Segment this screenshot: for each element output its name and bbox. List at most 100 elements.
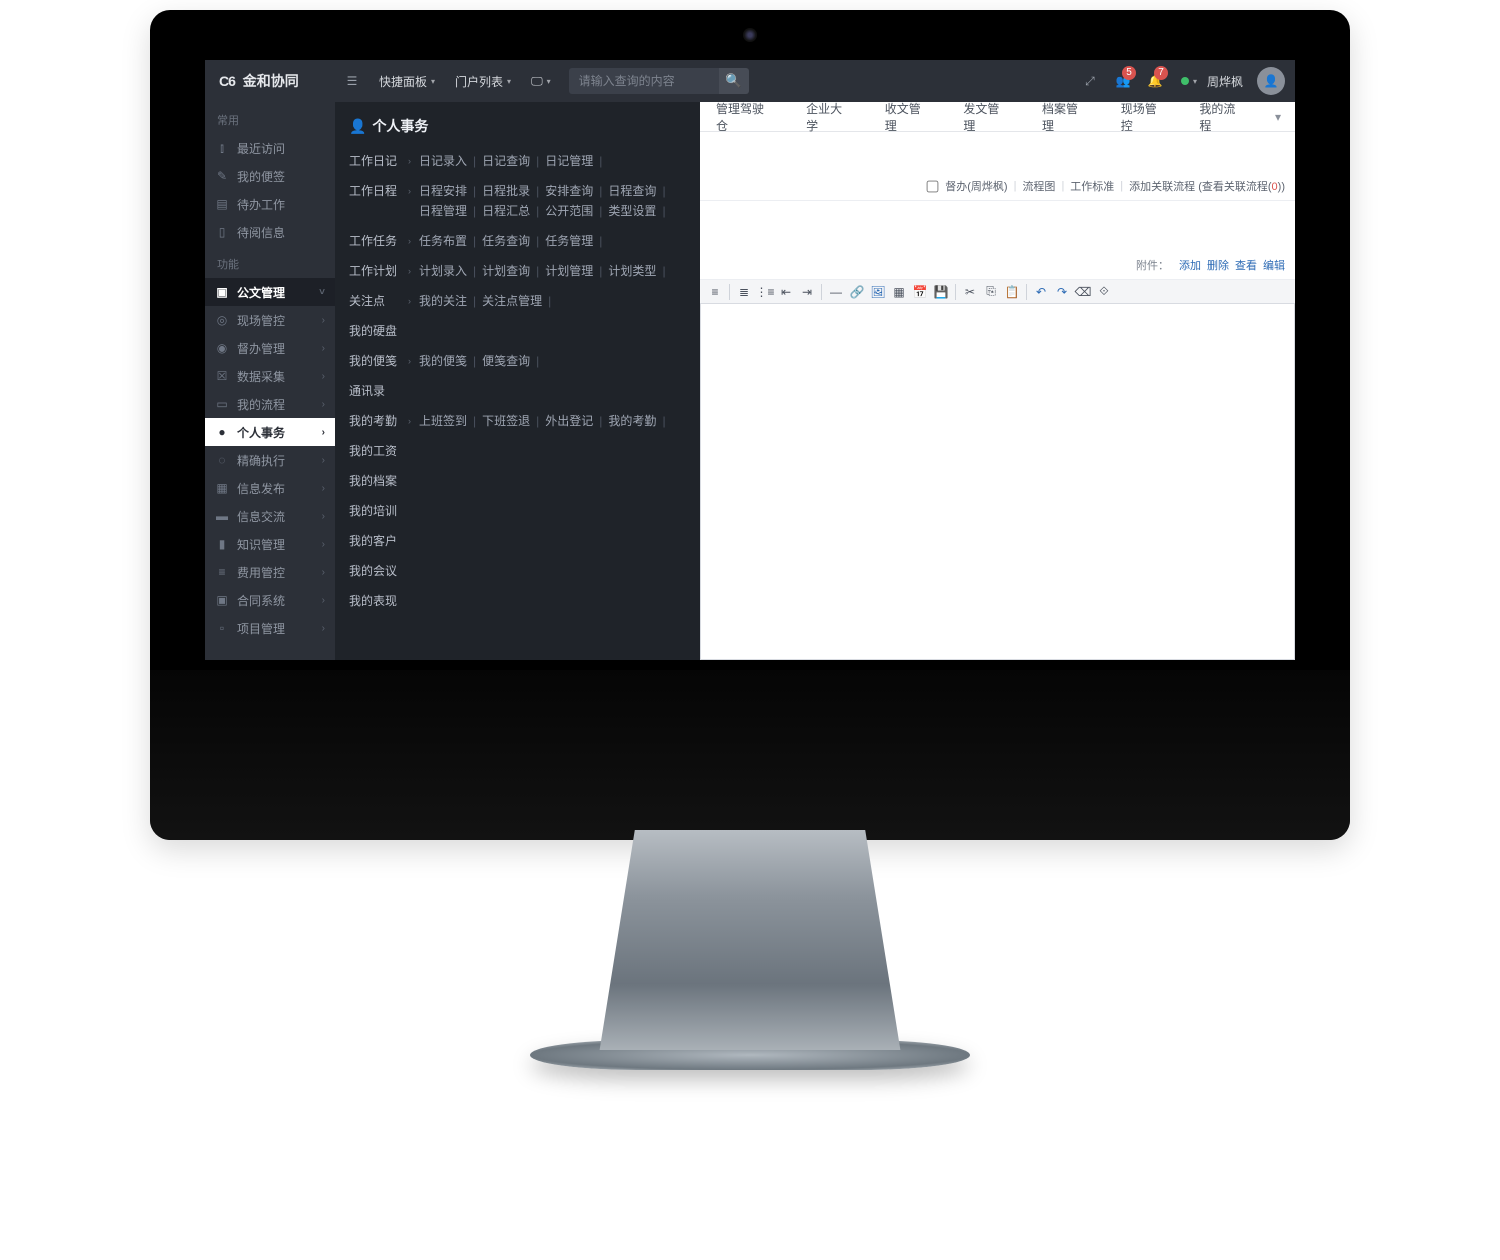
- duban-checkbox[interactable]: [927, 180, 939, 192]
- sidebar-item[interactable]: ◌精确执行›: [205, 446, 335, 474]
- flyout-link[interactable]: 外出登记: [545, 411, 593, 431]
- standard-link[interactable]: 工作标准: [1070, 178, 1114, 194]
- flyout-link[interactable]: 日程管理: [419, 201, 467, 221]
- flyout-link[interactable]: 我的关注: [419, 291, 467, 311]
- tab[interactable]: 管理驾驶仓: [700, 102, 790, 131]
- flyout-category[interactable]: 工作日程›: [349, 181, 419, 201]
- flyout-link[interactable]: 日程汇总: [482, 201, 530, 221]
- sidebar-item[interactable]: ●个人事务›: [205, 418, 335, 446]
- flyout-link[interactable]: 我的考勤: [608, 411, 656, 431]
- flyout-link[interactable]: 我的便笺: [419, 351, 467, 371]
- flyout-link[interactable]: 计划查询: [482, 261, 530, 281]
- flyout-link[interactable]: 任务布置: [419, 231, 467, 251]
- flyout-category[interactable]: 通讯录: [349, 381, 419, 401]
- flyout-category[interactable]: 我的考勤›: [349, 411, 419, 431]
- hr-icon[interactable]: —: [827, 283, 845, 301]
- list-ul-icon[interactable]: ⋮≡: [756, 283, 774, 301]
- flyout-link[interactable]: 下班签退: [482, 411, 530, 431]
- sidebar-item[interactable]: ▣合同系统›: [205, 586, 335, 614]
- flyout-link[interactable]: 计划类型: [608, 261, 656, 281]
- flyout-category[interactable]: 工作任务›: [349, 231, 419, 251]
- table-icon[interactable]: ▦: [890, 283, 908, 301]
- image-icon[interactable]: 🖼: [869, 283, 887, 301]
- sidebar-item[interactable]: ▯待阅信息: [205, 218, 335, 246]
- sidebar-item[interactable]: ▦信息发布›: [205, 474, 335, 502]
- flyout-category[interactable]: 工作日记›: [349, 151, 419, 171]
- flyout-category[interactable]: 我的表现: [349, 591, 419, 611]
- sidebar-item[interactable]: ▫项目管理›: [205, 614, 335, 642]
- quick-panel-button[interactable]: 快捷面板 ▾: [369, 60, 445, 102]
- collapse-sidebar-button[interactable]: ☰: [335, 60, 369, 102]
- flyout-link[interactable]: 类型设置: [608, 201, 656, 221]
- sidebar-item[interactable]: ▬信息交流›: [205, 502, 335, 530]
- flyout-link[interactable]: 日记管理: [545, 151, 593, 171]
- status-button[interactable]: ▾: [1171, 60, 1207, 102]
- flyout-category[interactable]: 关注点›: [349, 291, 419, 311]
- sidebar-item[interactable]: ▣公文管理˅: [205, 278, 335, 306]
- sidebar-item[interactable]: ▤待办工作: [205, 190, 335, 218]
- flyout-category[interactable]: 我的便笺›: [349, 351, 419, 371]
- attach-edit-link[interactable]: 编辑: [1263, 257, 1285, 273]
- list-ol-icon[interactable]: ≣: [735, 283, 753, 301]
- cut-icon[interactable]: ✂: [961, 283, 979, 301]
- sidebar-item[interactable]: ▭我的流程›: [205, 390, 335, 418]
- indent-icon[interactable]: ⇥: [798, 283, 816, 301]
- contacts-button[interactable]: 👥 5: [1107, 60, 1139, 102]
- flyout-link[interactable]: 关注点管理: [482, 291, 542, 311]
- outdent-icon[interactable]: ⇤: [777, 283, 795, 301]
- attach-add-link[interactable]: 添加: [1179, 257, 1201, 273]
- flowchart-link[interactable]: 流程图: [1022, 178, 1055, 194]
- sidebar-item[interactable]: ≡费用管控›: [205, 558, 335, 586]
- flyout-link[interactable]: 计划录入: [419, 261, 467, 281]
- flyout-category[interactable]: 我的工资: [349, 441, 419, 461]
- flyout-link[interactable]: 任务查询: [482, 231, 530, 251]
- clear-format-icon[interactable]: ⌫: [1074, 283, 1092, 301]
- sidebar-item[interactable]: ▮知识管理›: [205, 530, 335, 558]
- sidebar-item[interactable]: ◉督办管理›: [205, 334, 335, 362]
- flyout-link[interactable]: 计划管理: [545, 261, 593, 281]
- tab[interactable]: 档案管理: [1026, 102, 1105, 131]
- flyout-category[interactable]: 我的客户: [349, 531, 419, 551]
- align-left-icon[interactable]: ≡: [706, 283, 724, 301]
- avatar[interactable]: 👤: [1257, 67, 1285, 95]
- sidebar-item[interactable]: ◎现场管控›: [205, 306, 335, 334]
- flyout-link[interactable]: 日程查询: [608, 181, 656, 201]
- sidebar-item[interactable]: ✎我的便签: [205, 162, 335, 190]
- notifications-button[interactable]: 🔔 7: [1139, 60, 1171, 102]
- search-button[interactable]: 🔍: [719, 68, 749, 94]
- undo-icon[interactable]: ↶: [1032, 283, 1050, 301]
- tab[interactable]: 现场管控: [1105, 102, 1184, 131]
- flyout-link[interactable]: 日记查询: [482, 151, 530, 171]
- flyout-link[interactable]: 安排查询: [545, 181, 593, 201]
- source-icon[interactable]: ⟐: [1095, 283, 1113, 301]
- flyout-link[interactable]: 任务管理: [545, 231, 593, 251]
- tab[interactable]: 发文管理: [947, 102, 1026, 131]
- attach-del-link[interactable]: 删除: [1207, 257, 1229, 273]
- flyout-link[interactable]: 日记录入: [419, 151, 467, 171]
- flyout-category[interactable]: 我的档案: [349, 471, 419, 491]
- flyout-link[interactable]: 上班签到: [419, 411, 467, 431]
- editor-area[interactable]: [700, 303, 1295, 660]
- flyout-category[interactable]: 工作计划›: [349, 261, 419, 281]
- save-icon[interactable]: 💾: [932, 283, 950, 301]
- tab[interactable]: 企业大学: [790, 102, 869, 131]
- link-icon[interactable]: 🔗: [848, 283, 866, 301]
- flyout-category[interactable]: 我的硬盘: [349, 321, 419, 341]
- sidebar-item[interactable]: ⫾最近访问: [205, 134, 335, 162]
- redo-icon[interactable]: ↷: [1053, 283, 1071, 301]
- flyout-link[interactable]: 便笺查询: [482, 351, 530, 371]
- tabs-more-button[interactable]: ▾: [1262, 102, 1295, 131]
- expand-button[interactable]: ⤢: [1073, 60, 1107, 102]
- date-icon[interactable]: 📅: [911, 283, 929, 301]
- add-related-link[interactable]: 添加关联流程 (查看关联流程(0)): [1129, 178, 1285, 194]
- paste-icon[interactable]: 📋: [1003, 283, 1021, 301]
- flyout-category[interactable]: 我的培训: [349, 501, 419, 521]
- attach-view-link[interactable]: 查看: [1235, 257, 1257, 273]
- search-input[interactable]: [569, 68, 719, 94]
- display-menu-button[interactable]: 🖵 ▾: [521, 60, 561, 102]
- tab[interactable]: 我的流程: [1183, 102, 1262, 131]
- sidebar-item[interactable]: ☒数据采集›: [205, 362, 335, 390]
- tab[interactable]: 收文管理: [869, 102, 948, 131]
- portal-list-button[interactable]: 门户列表 ▾: [445, 60, 521, 102]
- flyout-link[interactable]: 公开范围: [545, 201, 593, 221]
